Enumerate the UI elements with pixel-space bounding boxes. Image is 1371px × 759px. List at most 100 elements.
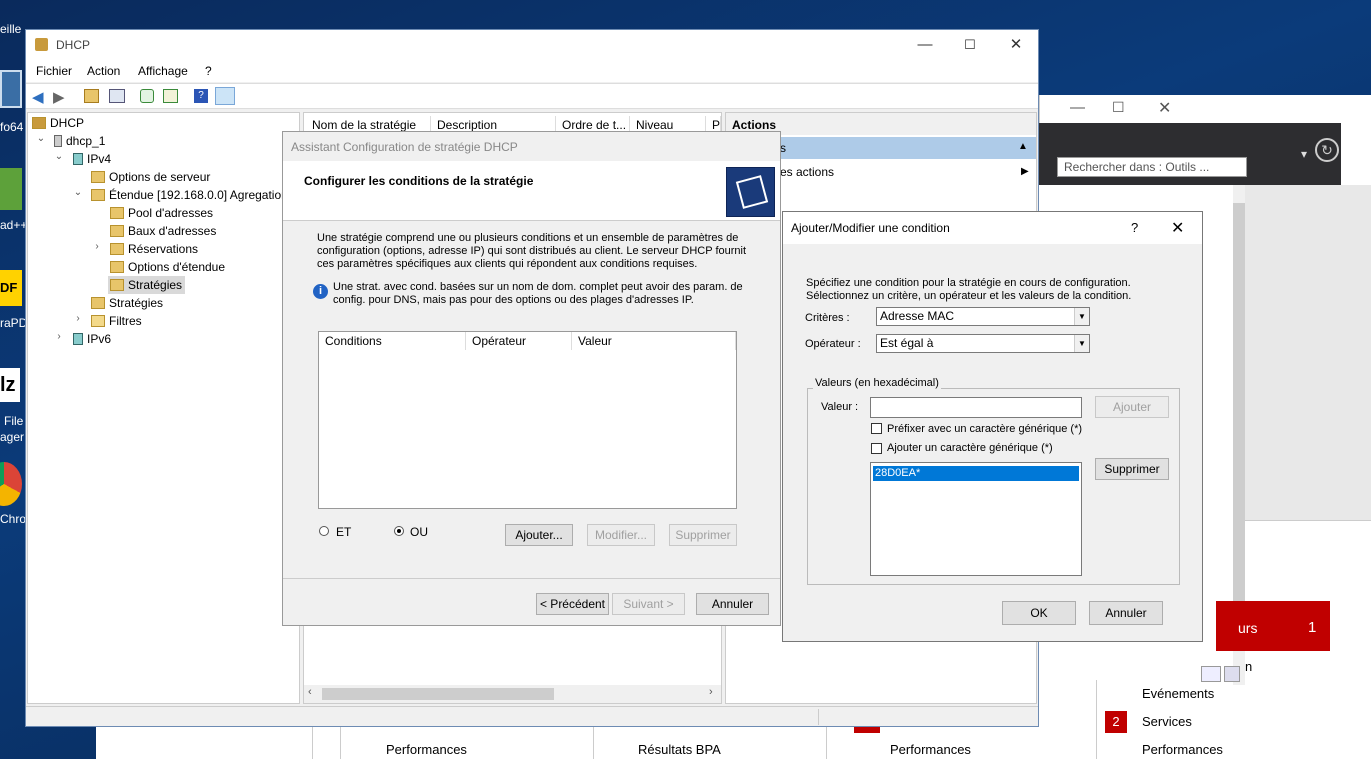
back-button[interactable]: < Précédent — [536, 593, 609, 615]
refresh-icon[interactable] — [140, 89, 154, 103]
tree-ipv4[interactable]: IPv4 — [73, 150, 111, 168]
sm-item-performances[interactable]: Performances — [1142, 742, 1223, 757]
sm-item-services[interactable]: Services — [1142, 714, 1192, 729]
menu-help[interactable]: ? — [205, 64, 212, 78]
minimize-icon[interactable]: — — [1070, 99, 1085, 116]
sm-item-n[interactable]: n — [1245, 659, 1252, 674]
ok-button[interactable]: OK — [1002, 601, 1076, 625]
tree-dhcp[interactable]: DHCP — [32, 114, 84, 132]
tools-search-input[interactable]: Rechercher dans : Outils ... — [1057, 157, 1247, 177]
radio-ou[interactable] — [394, 526, 404, 536]
tree-server-options[interactable]: Options de serveur — [91, 168, 210, 186]
chevron-right-icon[interactable]: › — [73, 313, 83, 324]
tree-scope[interactable]: Étendue [192.168.0.0] Agregation — [91, 186, 288, 204]
values-list-item[interactable]: 28D0EA* — [873, 466, 1079, 481]
delete-condition-button[interactable]: Supprimer — [669, 524, 737, 546]
minimize-icon[interactable]: — — [902, 30, 948, 60]
h-scrollbar[interactable]: ‹ › — [304, 685, 721, 703]
tree-pool[interactable]: Pool d'adresses — [110, 204, 213, 222]
services-badge: 2 — [1105, 711, 1127, 733]
operator-select[interactable]: Est égal à ▼ — [876, 334, 1090, 353]
scroll-right-icon[interactable]: › — [709, 686, 713, 698]
collapse-icon[interactable]: ▲ — [1018, 141, 1028, 152]
view-toggle-icon[interactable] — [1201, 666, 1221, 682]
submenu-arrow-icon[interactable]: ▶ — [1021, 166, 1029, 177]
sm-scroll-thumb[interactable] — [1233, 203, 1245, 603]
chevron-down-icon[interactable]: ⌄ — [73, 187, 83, 198]
menubar: Fichier Action Affichage ? — [26, 60, 1038, 82]
menu-affichage[interactable]: Affichage — [138, 64, 188, 78]
tree-policies[interactable]: Stratégies — [91, 294, 163, 312]
prefix-wildcard-label: Préfixer avec un caractère générique (*) — [887, 423, 1083, 435]
remove-value-button[interactable]: Supprimer — [1095, 458, 1169, 480]
up-folder-icon[interactable] — [84, 89, 99, 103]
red-status-tile[interactable]: urs 1 — [1216, 601, 1330, 651]
dhcp-app-icon — [35, 38, 48, 51]
tree-scope-options[interactable]: Options d'étendue — [110, 258, 225, 276]
chevron-right-icon[interactable]: › — [92, 241, 102, 252]
menu-action[interactable]: Action — [87, 64, 120, 78]
tree-reservations[interactable]: Réservations — [110, 240, 198, 258]
modify-condition-button[interactable]: Modifier... — [587, 524, 655, 546]
tree-server[interactable]: dhcp_1 — [54, 132, 105, 150]
close-icon[interactable]: ✕ — [1171, 218, 1184, 238]
refresh-icon[interactable]: ↻ — [1315, 138, 1339, 162]
sm-item-events[interactable]: Evénements — [1142, 686, 1214, 701]
close-icon[interactable]: ✕ — [1158, 98, 1171, 118]
col-value[interactable]: Valeur — [572, 332, 736, 350]
export-list-icon[interactable] — [163, 89, 178, 103]
maximize-icon[interactable]: ☐ — [1112, 99, 1125, 116]
dialog-help-button[interactable]: ? — [1131, 220, 1138, 235]
add-condition-button[interactable]: Ajouter... — [505, 524, 573, 546]
folder-icon — [91, 297, 105, 309]
view-toggle-2-icon[interactable] — [1224, 666, 1240, 682]
folder-icon — [110, 225, 124, 237]
tree-filters[interactable]: Filtres — [91, 312, 142, 330]
col-conditions[interactable]: Conditions — [319, 332, 466, 350]
maximize-icon[interactable]: ☐ — [947, 30, 993, 60]
forward-arrow-icon[interactable]: ▶ — [53, 88, 65, 106]
divider — [1096, 680, 1097, 759]
menu-fichier[interactable]: Fichier — [36, 64, 72, 78]
chrome-icon[interactable] — [0, 462, 22, 506]
console-tree-icon[interactable] — [109, 89, 125, 103]
pdf-icon[interactable]: DF — [0, 270, 22, 306]
tile-performances-2[interactable]: Performances — [890, 742, 971, 757]
tree-leases[interactable]: Baux d'adresses — [110, 222, 216, 240]
chevron-right-icon[interactable]: › — [54, 331, 64, 342]
values-list[interactable]: 28D0EA* — [870, 462, 1082, 576]
h-scroll-thumb[interactable] — [322, 688, 554, 700]
next-button[interactable]: Suivant > — [612, 593, 685, 615]
computer-icon[interactable] — [0, 70, 22, 108]
filezilla-icon[interactable]: lz — [0, 368, 20, 402]
dropdown-arrow-icon: ▼ — [1074, 335, 1089, 352]
col-operator[interactable]: Opérateur — [466, 332, 572, 350]
tree-ipv6[interactable]: IPv6 — [73, 330, 111, 348]
scroll-left-icon[interactable]: ‹ — [308, 686, 312, 698]
add-value-button[interactable]: Ajouter — [1095, 396, 1169, 418]
prefix-wildcard-checkbox[interactable] — [871, 423, 882, 434]
criteria-select[interactable]: Adresse MAC ▼ — [876, 307, 1090, 326]
action-pane-icon[interactable] — [215, 87, 235, 105]
dialog-cancel-button[interactable]: Annuler — [1089, 601, 1163, 625]
close-icon[interactable]: ✕ — [993, 30, 1039, 60]
red-tile-count: 1 — [1308, 619, 1317, 636]
more-actions[interactable]: es actions — [780, 165, 834, 179]
condition-dialog: Ajouter/Modifier une condition ? ✕ Spéci… — [782, 211, 1203, 642]
divider — [593, 727, 594, 759]
wizard-cancel-button[interactable]: Annuler — [696, 593, 769, 615]
notepadpp-icon[interactable] — [0, 168, 22, 210]
folder-icon — [91, 189, 105, 201]
radio-et[interactable] — [319, 526, 329, 536]
value-input[interactable] — [870, 397, 1082, 418]
tile-bpa[interactable]: Résultats BPA — [638, 742, 721, 757]
help-icon[interactable]: ? — [194, 89, 208, 103]
back-arrow-icon[interactable]: ◀ — [32, 88, 44, 106]
tile-performances-1[interactable]: Performances — [386, 742, 467, 757]
chevron-down-icon[interactable]: ⌄ — [36, 133, 46, 144]
conditions-list[interactable]: Conditions Opérateur Valeur — [318, 331, 737, 509]
suffix-wildcard-checkbox[interactable] — [871, 443, 882, 454]
chevron-down-icon[interactable]: ⌄ — [54, 151, 64, 162]
tree-scope-policies[interactable]: Stratégies — [108, 276, 186, 294]
flag-dropdown-icon[interactable]: ▾ — [1301, 147, 1307, 161]
